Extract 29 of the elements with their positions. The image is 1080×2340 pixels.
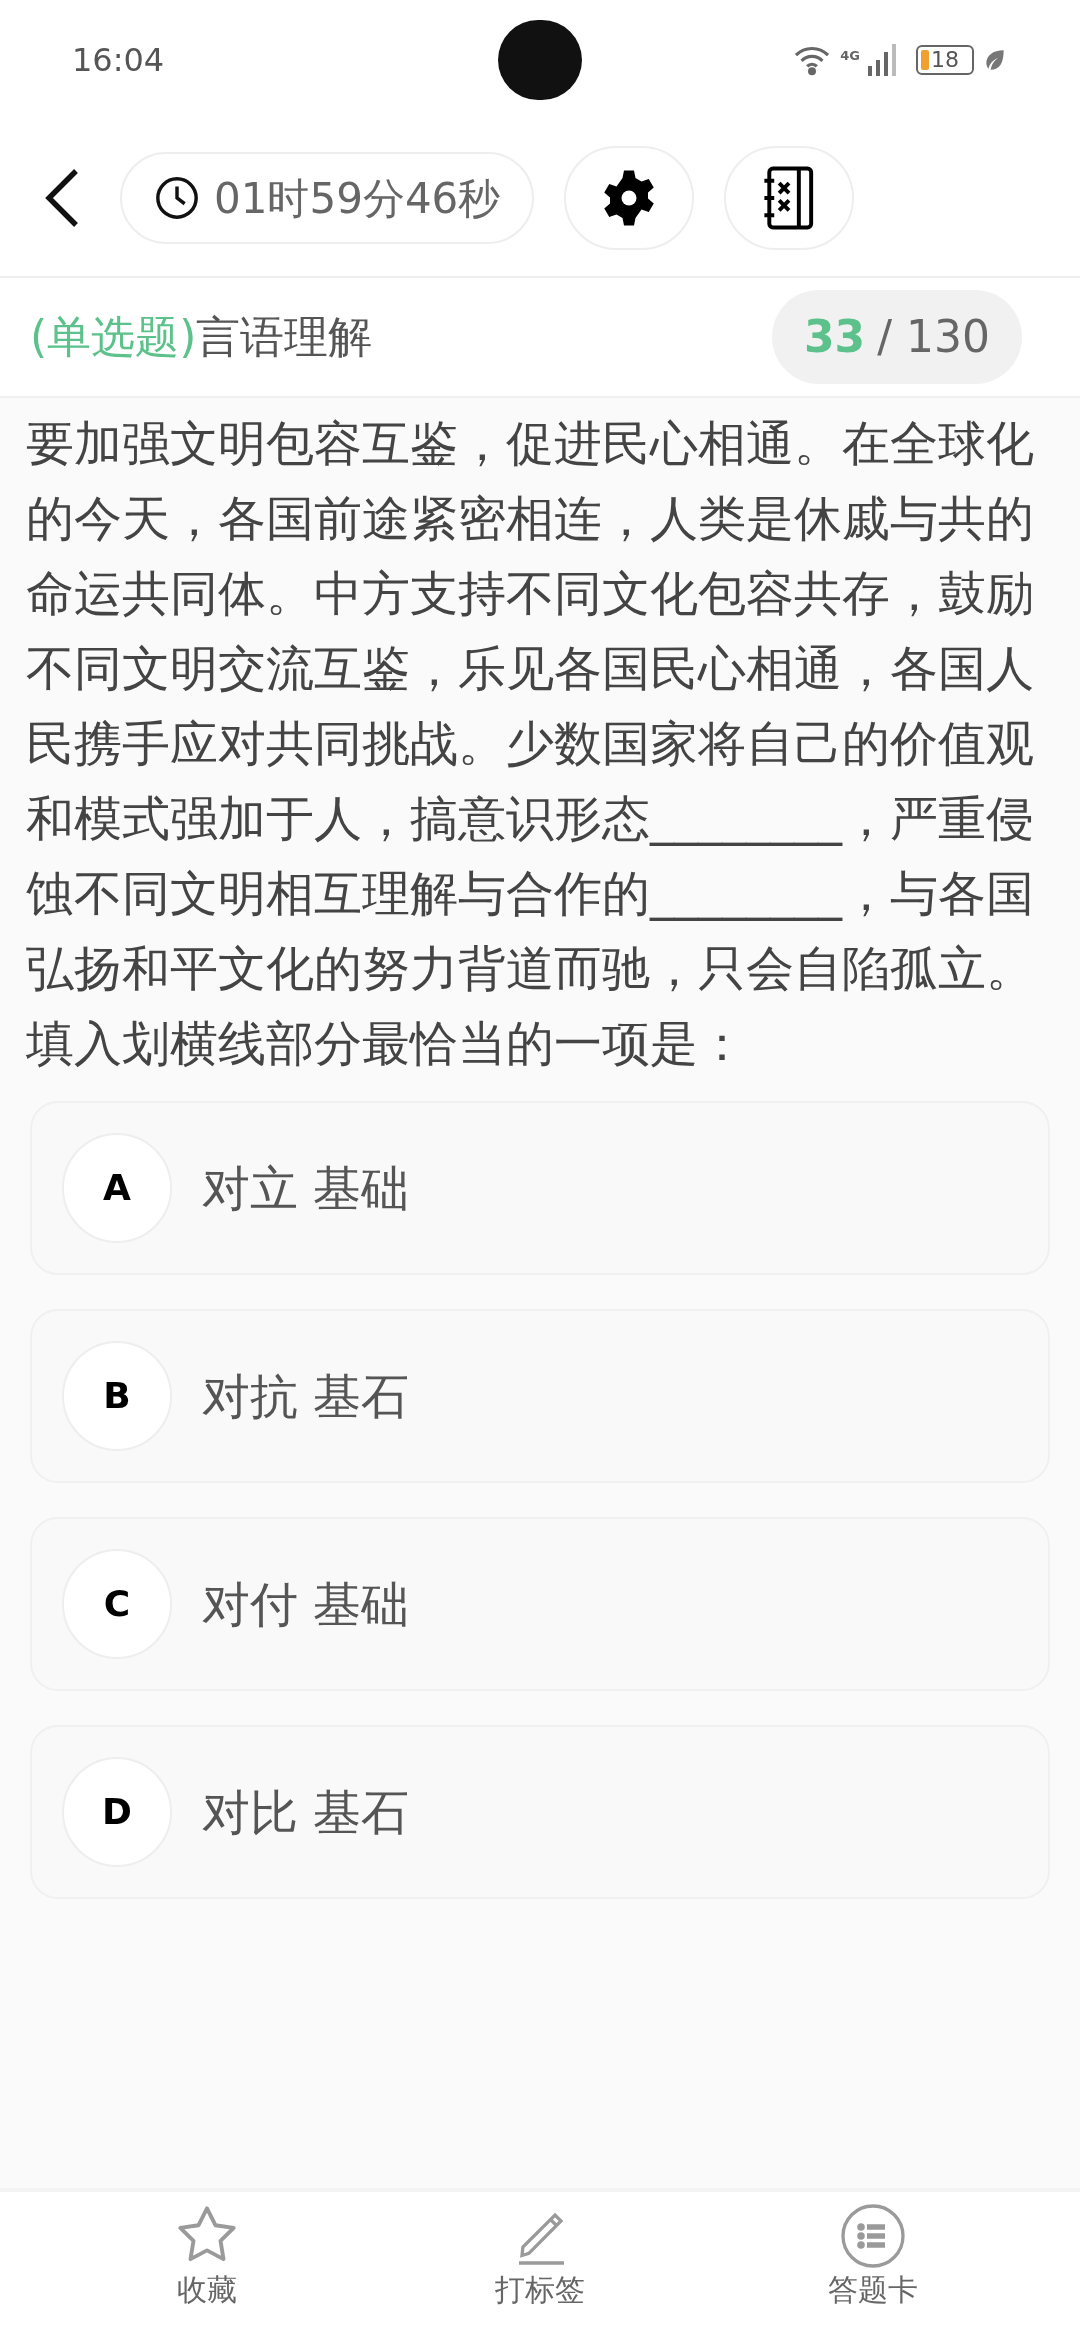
answer-option[interactable]: D 对比 基石 — [30, 1725, 1050, 1899]
current-number: 33 — [803, 310, 866, 364]
settings-button[interactable] — [564, 146, 695, 250]
option-text: 对立 基础 — [202, 1159, 410, 1218]
answer-option[interactable]: A 对立 基础 — [30, 1101, 1050, 1275]
signal-icon — [868, 44, 898, 76]
toolbar-button[interactable]: 打标签 — [420, 2200, 660, 2308]
status-time: 16:04 — [72, 40, 165, 81]
toolbar-button[interactable]: 答题卡 — [753, 2200, 994, 2308]
battery-indicator: 18 — [916, 45, 974, 75]
total-count: / 130 — [877, 310, 990, 364]
question-category: 言语理解 — [196, 310, 373, 364]
clock-icon — [154, 175, 200, 221]
option-letter: A — [62, 1133, 172, 1243]
question-prompt: 填入划横线部分最恰当的一项是： — [26, 1014, 747, 1073]
answer-sheet-button[interactable] — [724, 146, 855, 250]
option-letter: C — [62, 1549, 172, 1659]
answer-option[interactable]: C 对付 基础 — [30, 1517, 1050, 1691]
toolbar-button[interactable]: 收藏 — [86, 2200, 327, 2308]
option-letter: D — [62, 1757, 172, 1867]
answer-option[interactable]: B 对抗 基石 — [30, 1309, 1050, 1483]
option-text: 对抗 基石 — [202, 1367, 410, 1426]
timer-text: 01时59分46秒 — [214, 172, 501, 225]
option-text: 对比 基石 — [202, 1783, 410, 1842]
option-text: 对付 基础 — [202, 1575, 410, 1634]
option-letter: B — [62, 1341, 172, 1451]
network-label: 4G — [840, 47, 860, 65]
question-text: 要加强文明包容互鉴，促进民心相通。在全球化的今天，各国前途紧密相连，人类是休戚与共的命运共同体。中方支持不同文化包容共存，鼓励不同文明交流互鉴，乐见各国民心相通，各国人民携手应对共同挑战。少数国家将自己的价值观和模式强加于人，搞意识形态________，严重侵蚀不同文明相互理解与合作的________，与各国弘扬和平文化的努力背道而驰，只会自陷孤立。 — [26, 414, 1035, 998]
question-type: (单选题) — [30, 310, 197, 364]
